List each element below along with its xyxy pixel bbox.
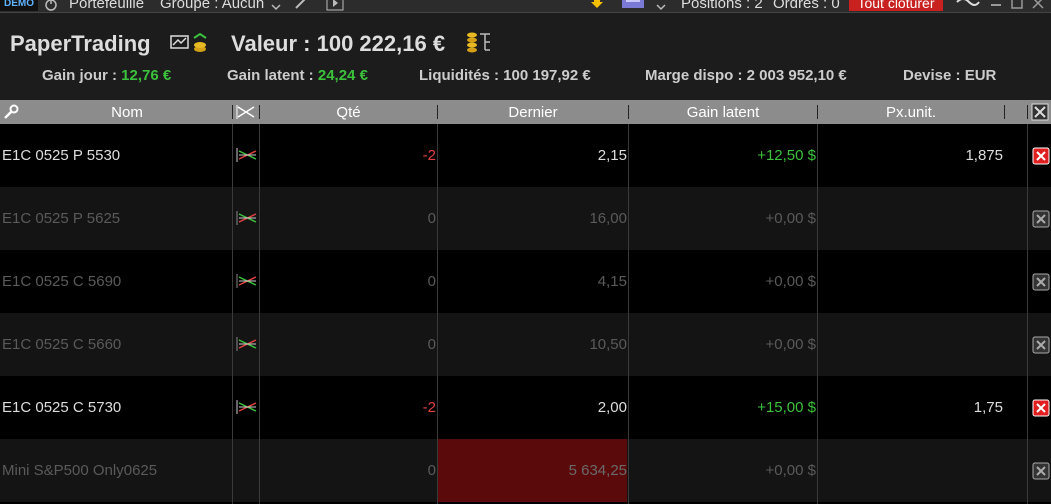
close-position-icon[interactable] xyxy=(1032,462,1050,485)
strategy-icon[interactable] xyxy=(236,274,258,293)
row-qte[interactable]: 0 xyxy=(260,439,436,502)
play-icon[interactable] xyxy=(326,0,344,12)
row-dernier: 2,15 xyxy=(597,147,627,164)
gain-jour: Gain jour : 12,76 € xyxy=(42,67,171,84)
gain-jour-label: Gain jour : xyxy=(42,67,117,84)
row-gain-latent: +0,00 $ xyxy=(765,462,816,479)
table-row[interactable]: E1C 0525 C 5660 0 10,50 +0,00 $ xyxy=(0,313,1051,376)
col-px-unit[interactable]: Px.unit. xyxy=(818,104,1004,121)
row-gain-latent: +0,00 $ xyxy=(765,210,816,227)
wrench-icon[interactable] xyxy=(294,0,310,12)
chart-icon[interactable] xyxy=(170,33,190,56)
chevron-down-icon[interactable] xyxy=(656,0,666,12)
col-dernier[interactable]: Dernier xyxy=(438,104,628,121)
strategy-icon[interactable] xyxy=(236,337,258,356)
column-divider xyxy=(259,124,260,504)
row-nom: Mini S&P500 Only0625 xyxy=(2,462,158,479)
column-divider xyxy=(437,124,438,504)
row-dernier: 5 634,25 xyxy=(438,439,627,502)
row-qte[interactable]: 0 xyxy=(260,187,436,250)
download-arrow-icon[interactable] xyxy=(590,0,604,12)
row-gain-latent: +15,00 $ xyxy=(757,399,816,416)
row-dernier: 4,15 xyxy=(597,273,627,290)
row-nom: E1C 0525 P 5530 xyxy=(2,147,121,164)
gain-latent-label: Gain latent : xyxy=(227,67,314,84)
chevron-down-icon[interactable] xyxy=(271,0,281,12)
col-separator[interactable] xyxy=(1027,105,1028,119)
top-toolbar: DEMO Portefeuille Groupe : Aucun Positio… xyxy=(0,0,1051,13)
table-row[interactable]: E1C 0525 P 5625 0 16,00 +0,00 $ xyxy=(0,187,1051,250)
col-separator[interactable] xyxy=(232,105,233,119)
close-all-rows-icon[interactable] xyxy=(1031,103,1049,126)
portfolio-menu[interactable]: Portefeuille xyxy=(69,0,144,12)
row-px-unit xyxy=(818,187,1003,250)
row-nom: E1C 0525 C 5660 xyxy=(2,336,122,353)
close-position-icon[interactable] xyxy=(1032,210,1050,233)
row-qte[interactable]: 0 xyxy=(260,313,436,376)
column-divider xyxy=(232,124,233,504)
orders-count: Ordres : 0 xyxy=(773,0,840,12)
positions-count: Positions : 2 xyxy=(681,0,763,12)
row-qte[interactable]: -2 xyxy=(260,376,436,439)
row-px-unit: 1,875 xyxy=(965,147,1003,164)
gain-latent-value: 24,24 € xyxy=(317,67,368,84)
row-px-unit xyxy=(818,439,1003,502)
close-position-icon[interactable] xyxy=(1032,273,1050,296)
gain-latent: Gain latent : 24,24 € xyxy=(227,67,368,84)
portfolio-value: Valeur : 100 222,16 € xyxy=(231,31,446,56)
col-gain-latent[interactable]: Gain latent xyxy=(629,104,817,121)
row-nom: E1C 0525 P 5625 xyxy=(2,210,121,227)
column-divider xyxy=(628,124,629,504)
coins-icon[interactable] xyxy=(192,32,208,58)
table-row[interactable]: Mini S&P500 Only0625 0 5 634,25 +0,00 $ xyxy=(0,439,1051,502)
row-px-unit xyxy=(818,313,1003,376)
row-dernier: 16,00 xyxy=(589,210,627,227)
group-select[interactable]: Groupe : Aucun xyxy=(160,0,264,12)
row-nom: E1C 0525 C 5730 xyxy=(2,399,122,416)
brand-title: PaperTrading xyxy=(10,31,151,56)
table-row[interactable]: E1C 0525 P 5530 -2 2,15 +12,50 $ 1,875 xyxy=(0,124,1051,187)
row-dernier: 2,00 xyxy=(597,399,627,416)
maximize-icon[interactable] xyxy=(1011,0,1023,12)
close-all-button[interactable]: Tout clôturer xyxy=(849,0,943,11)
devise: Devise : EUR xyxy=(903,67,997,84)
row-qte[interactable]: 0 xyxy=(260,250,436,313)
row-gain-latent: +0,00 $ xyxy=(765,273,816,290)
col-qte[interactable]: Qté xyxy=(260,104,437,121)
row-dernier: 10,50 xyxy=(589,336,627,353)
demo-badge: DEMO xyxy=(0,0,38,11)
column-divider xyxy=(1027,124,1028,504)
close-position-icon[interactable] xyxy=(1032,147,1050,170)
row-gain-latent: +12,50 $ xyxy=(757,147,816,164)
col-separator[interactable] xyxy=(1004,105,1005,119)
close-position-icon[interactable] xyxy=(1032,336,1050,359)
coin-stack-icon[interactable] xyxy=(466,30,494,59)
close-icon[interactable] xyxy=(1032,0,1044,12)
layout-icon[interactable] xyxy=(622,0,644,12)
row-px-unit: 1,75 xyxy=(973,399,1003,416)
wrench-icon[interactable] xyxy=(3,104,19,125)
positions-table-header: Nom Qté Dernier Gain latent Px.unit. xyxy=(0,100,1051,124)
liquidites: Liquidités : 100 197,92 € xyxy=(419,67,591,84)
close-position-icon[interactable] xyxy=(1032,399,1050,422)
strategy-icon[interactable] xyxy=(236,400,258,419)
strategy-icon[interactable] xyxy=(236,211,258,230)
row-gain-latent: +0,00 $ xyxy=(765,336,816,353)
account-header: PaperTrading Valeur : 100 222,16 € Gain … xyxy=(0,13,1051,100)
row-nom: E1C 0525 C 5690 xyxy=(2,273,122,290)
link-icon[interactable] xyxy=(955,0,981,12)
power-icon[interactable] xyxy=(44,0,58,12)
marge-dispo: Marge dispo : 2 003 952,10 € xyxy=(645,67,847,84)
row-px-unit xyxy=(818,250,1003,313)
strategy-icon[interactable] xyxy=(236,148,258,167)
gain-jour-value: 12,76 € xyxy=(121,67,172,84)
table-row[interactable]: E1C 0525 C 5730 -2 2,00 +15,00 $ 1,75 xyxy=(0,376,1051,439)
column-divider xyxy=(817,124,818,504)
table-row[interactable]: E1C 0525 C 5690 0 4,15 +0,00 $ xyxy=(0,250,1051,313)
scissors-icon[interactable] xyxy=(236,105,256,124)
row-qte[interactable]: -2 xyxy=(260,124,436,187)
col-nom[interactable]: Nom xyxy=(22,104,232,121)
minimize-icon[interactable] xyxy=(990,0,1002,12)
